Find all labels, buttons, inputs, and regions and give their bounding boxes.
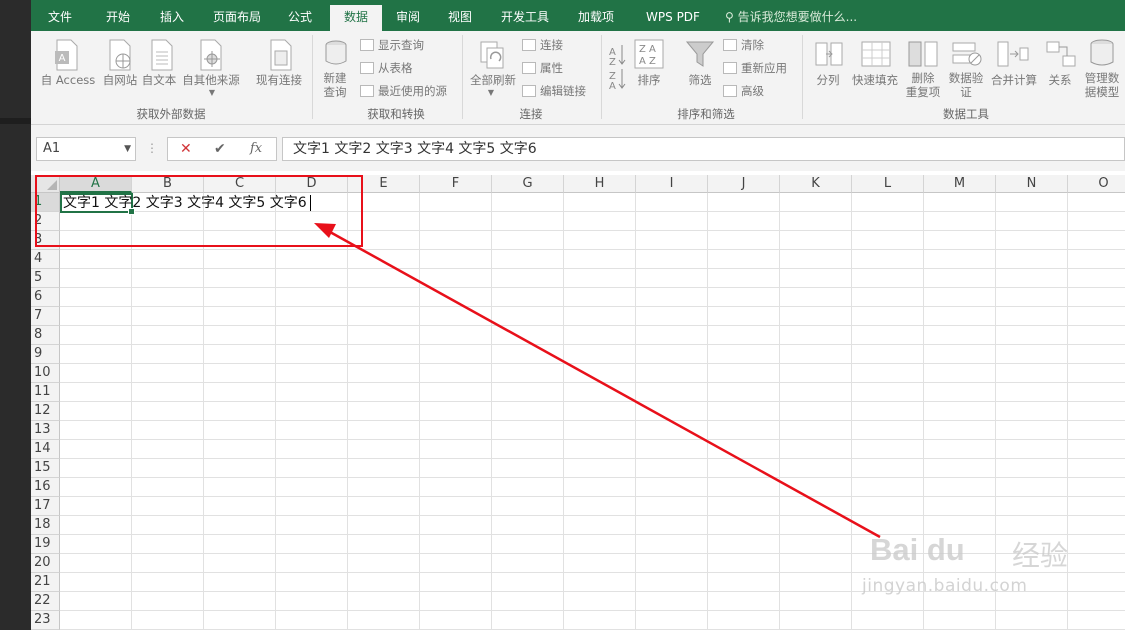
watermark-jingyan: 经验 bbox=[1012, 539, 1069, 572]
watermark-brand: Bai du bbox=[870, 532, 965, 567]
baidu-jingyan-watermark: Bai du 经验 jingyan.baidu.com bbox=[862, 510, 1072, 610]
watermark-url: jingyan.baidu.com bbox=[862, 576, 1028, 596]
excel-window: 文件 开始 插入 页面布局 公式 数据 审阅 视图 开发工具 加载项 WPS P… bbox=[0, 0, 1125, 630]
